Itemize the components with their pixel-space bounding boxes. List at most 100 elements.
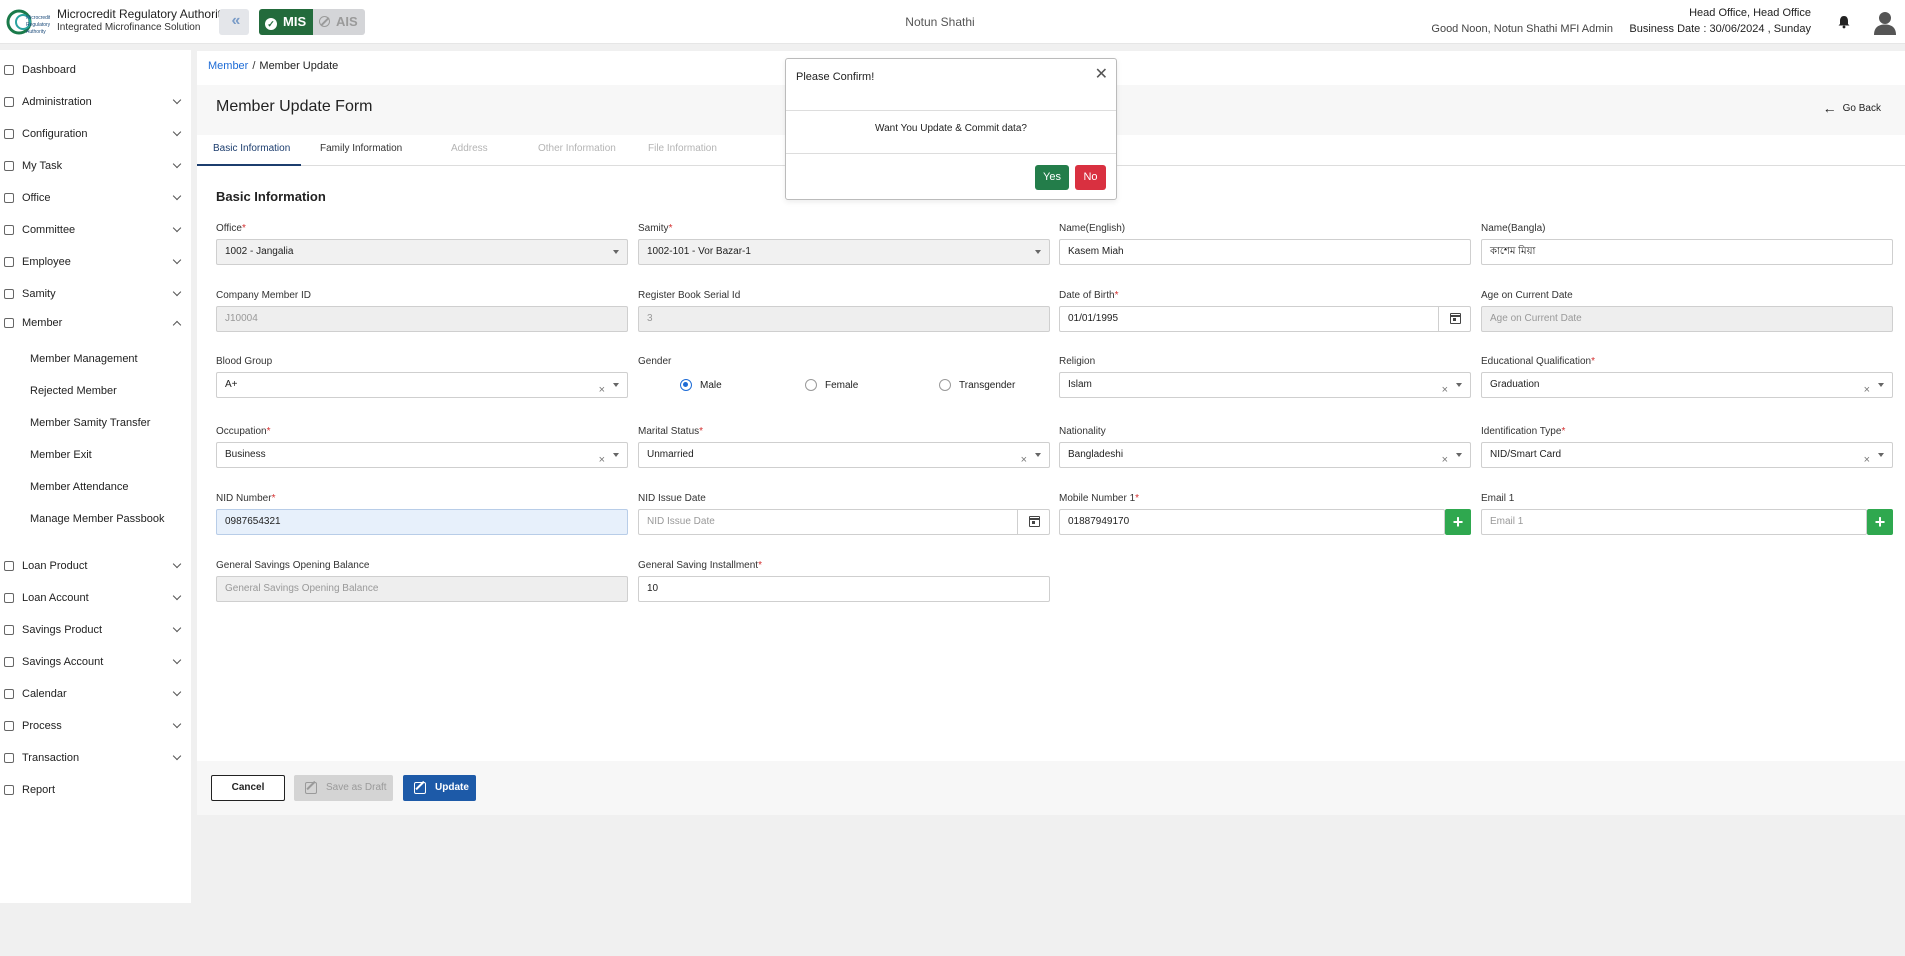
tab-address[interactable]: Address [451,143,488,154]
breadcrumb-current: Member Update [259,60,339,72]
tab-other-information[interactable]: Other Information [538,143,616,154]
svg-text:Microcredit: Microcredit [26,15,50,21]
sidebar-item-savings-account[interactable]: Savings Account [0,652,191,674]
user-avatar-icon[interactable] [1874,11,1896,35]
email-input[interactable]: Email 1 [1481,509,1867,535]
sidebar-subitem-member-samity-transfer[interactable]: Member Samity Transfer [30,417,150,429]
ais-toggle-button[interactable]: AIS [313,9,365,35]
education-select[interactable]: Graduation × [1481,372,1893,398]
religion-select[interactable]: Islam × [1059,372,1471,398]
clear-icon[interactable]: × [599,448,605,472]
company-member-id-input: J10004 [216,306,628,332]
sidebar-item-office[interactable]: Office [0,188,191,210]
calendar-icon [1450,313,1461,324]
sidebar-subitem-manage-member-passbook[interactable]: Manage Member Passbook [30,513,165,525]
sidebar-item-process[interactable]: Process [0,716,191,738]
clear-icon[interactable]: × [1442,448,1448,472]
nid-number-input[interactable]: 0987654321 [216,509,628,535]
plus-icon: + [1874,512,1886,532]
chevron-down-icon [172,127,182,137]
sidebar-item-calendar[interactable]: Calendar [0,684,191,706]
sliders-icon [4,129,14,139]
sidebar-item-administration[interactable]: Administration [0,92,191,114]
yes-button[interactable]: Yes [1035,165,1069,190]
sidebar-item-committee[interactable]: Committee [0,220,191,242]
mobile-number-input[interactable]: 01887949170 [1059,509,1445,535]
sidebar-item-loan-product[interactable]: Loan Product [0,556,191,578]
clear-icon[interactable]: × [599,378,605,402]
age-input: Age on Current Date [1481,306,1893,332]
close-icon[interactable]: ✕ [1095,67,1108,83]
tab-family-information[interactable]: Family Information [320,143,402,154]
sidebar-collapse-button[interactable]: « [219,9,249,35]
loan-product-icon [4,561,14,571]
add-email-button[interactable]: + [1867,509,1893,535]
nationality-select[interactable]: Bangladeshi × [1059,442,1471,468]
nationality-label: Nationality [1059,426,1106,437]
date-picker-button[interactable] [1017,510,1049,534]
mobile-number-label: Mobile Number 1* [1059,493,1140,504]
occupation-select[interactable]: Business × [216,442,628,468]
breadcrumb: Member / Member Update [208,60,338,72]
sidebar-item-savings-product[interactable]: Savings Product [0,620,191,642]
page-title: Member Update Form [216,98,373,115]
sidebar-item-dashboard[interactable]: Dashboard [0,60,191,82]
breadcrumb-link-member[interactable]: Member [208,60,248,72]
chevron-down-icon [172,191,182,201]
nid-issue-date-input[interactable]: NID Issue Date [638,509,1050,535]
blood-group-select[interactable]: A+ × [216,372,628,398]
tab-basic-information[interactable]: Basic Information [213,143,290,154]
mis-toggle-button[interactable]: ✓ MIS [259,9,313,35]
sidebar-subitem-member-attendance[interactable]: Member Attendance [30,481,128,493]
add-mobile-button[interactable]: + [1445,509,1471,535]
transaction-icon [4,753,14,763]
task-icon [4,161,14,171]
sidebar-item-report[interactable]: Report [0,780,191,802]
chevron-down-icon [172,287,182,297]
office-select[interactable]: 1002 - Jangalia [216,239,628,265]
samity-select[interactable]: 1002-101 - Vor Bazar-1 [638,239,1050,265]
bell-icon[interactable] [1837,15,1851,29]
double-chevron-left-icon: « [231,12,241,29]
sidebar-subitem-rejected-member[interactable]: Rejected Member [30,385,117,397]
sidebar-item-employee[interactable]: Employee [0,252,191,274]
sidebar-item-samity[interactable]: Samity [0,284,191,306]
chevron-down-icon [172,687,182,697]
marital-status-label: Marital Status* [638,426,704,437]
no-button[interactable]: No [1075,165,1106,190]
confirm-dialog: Please Confirm! ✕ Want You Update & Comm… [785,58,1117,200]
clear-icon[interactable]: × [1021,448,1027,472]
clear-icon[interactable]: × [1442,378,1448,402]
sidebar-item-member[interactable]: Member [0,313,191,335]
blood-group-label: Blood Group [216,356,273,367]
admin-icon [4,97,14,107]
save-draft-button[interactable]: Save as Draft [294,775,393,801]
grid-icon [4,65,14,75]
chevron-down-icon [172,95,182,105]
identification-type-select[interactable]: NID/Smart Card × [1481,442,1893,468]
brand-title: Microcredit Regulatory Authority [57,7,228,21]
samity-label: Samity* [638,223,673,234]
sidebar-item-loan-account[interactable]: Loan Account [0,588,191,610]
sidebar-subitem-member-exit[interactable]: Member Exit [30,449,92,461]
date-picker-button[interactable] [1438,307,1470,331]
savings-product-icon [4,625,14,635]
plus-icon: + [1452,512,1464,532]
sidebar-subitem-member-management[interactable]: Member Management [30,353,138,365]
tab-file-information[interactable]: File Information [648,143,717,154]
sidebar-item-my-task[interactable]: My Task [0,156,191,178]
gs-installment-input[interactable]: 10 [638,576,1050,602]
name-bangla-input[interactable]: কাশেম মিয়া [1481,239,1893,265]
go-back-button[interactable]: ← Go Back [1823,100,1881,116]
office-text: Head Office, Head Office [1689,7,1811,19]
dob-input[interactable]: 01/01/1995 [1059,306,1471,332]
clear-icon[interactable]: × [1864,378,1870,402]
name-english-input[interactable]: Kasem Miah [1059,239,1471,265]
update-button[interactable]: Update [403,775,476,801]
marital-status-select[interactable]: Unmarried × [638,442,1050,468]
sidebar-item-configuration[interactable]: Configuration [0,124,191,146]
sidebar-item-transaction[interactable]: Transaction [0,748,191,770]
chevron-down-icon [172,591,182,601]
clear-icon[interactable]: × [1864,448,1870,472]
cancel-button[interactable]: Cancel [211,775,285,801]
